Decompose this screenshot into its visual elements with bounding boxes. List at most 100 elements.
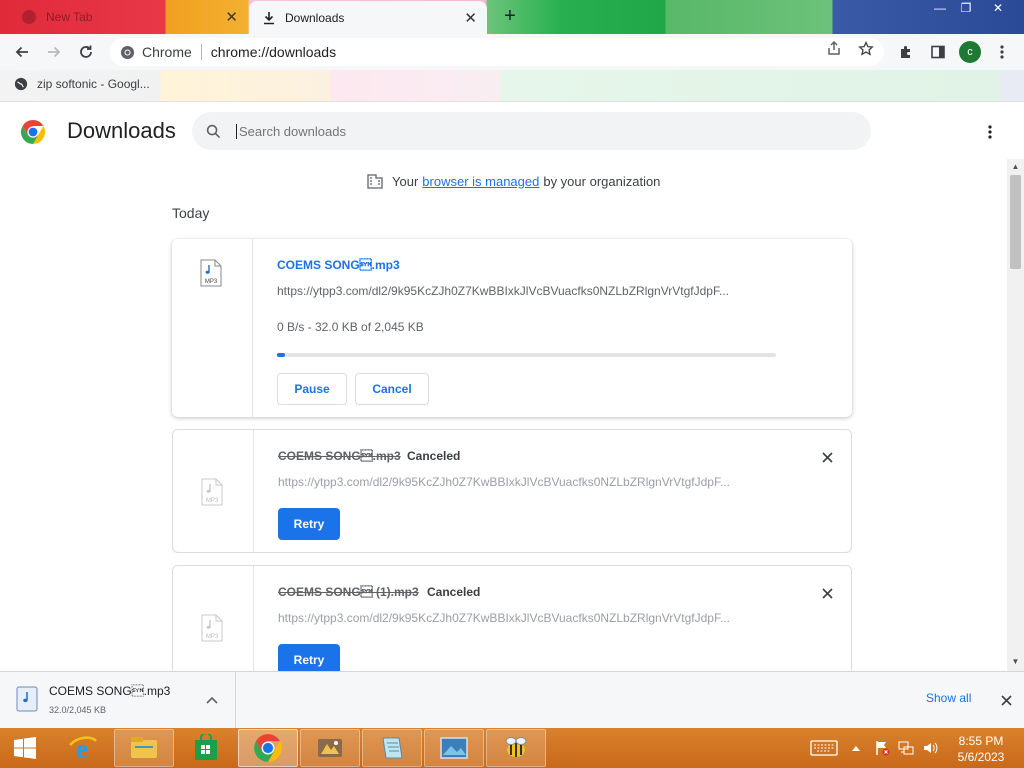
chrome-favicon-icon (22, 10, 36, 24)
browser-toolbar: Chrome chrome://downloads (0, 34, 1024, 70)
new-tab-button[interactable]: + (500, 6, 520, 27)
bookmarks-bar: zip softonic - Googl... (0, 70, 1024, 102)
download-shelf: COEMS SONG.mp3 32.0/2,045 KB Show all (0, 671, 1024, 728)
close-tab-icon[interactable]: ✕ (464, 9, 477, 27)
source-url[interactable]: https://ytpp3.com/dl2/9k95KcZJh0Z7KwBBIx… (277, 284, 777, 298)
side-panel-icon (931, 45, 945, 59)
extensions-button[interactable] (896, 42, 916, 62)
kebab-menu-icon (1000, 45, 1004, 59)
profile-avatar[interactable]: c (959, 41, 981, 63)
network-icon[interactable] (897, 740, 915, 756)
building-icon (367, 174, 383, 189)
remove-item-button[interactable] (819, 585, 835, 601)
store-button[interactable] (176, 729, 236, 767)
retry-button[interactable]: Retry (278, 644, 340, 671)
tab-label: New Tab (46, 10, 93, 24)
file-explorer-button[interactable] (114, 729, 174, 767)
file-name: COEMS SONG (1).mp3 (278, 585, 419, 599)
search-bar[interactable] (192, 112, 871, 150)
managed-suffix: by your organization (543, 173, 661, 189)
back-arrow-icon (15, 46, 28, 58)
download-status: Canceled (407, 449, 461, 463)
pause-button[interactable]: Pause (277, 373, 347, 405)
mp3-file-icon: MP3 (201, 614, 223, 642)
url-text[interactable]: chrome://downloads (211, 44, 336, 60)
clock-time: 8:55 PM (958, 734, 1004, 748)
scrollbar-thumb[interactable] (1010, 175, 1021, 269)
file-explorer-icon (131, 737, 157, 758)
side-panel-button[interactable] (928, 42, 948, 62)
volume-icon[interactable] (921, 740, 939, 756)
source-url[interactable]: https://ytpp3.com/dl2/9k95KcZJh0Z7KwBBIx… (278, 611, 778, 625)
cancel-button[interactable]: Cancel (355, 373, 429, 405)
tab-new-tab[interactable]: New Tab ✕ (0, 0, 248, 34)
start-button[interactable] (0, 729, 50, 767)
mp3-file-icon: MP3 (201, 478, 223, 506)
chrome-menu-button[interactable] (992, 42, 1012, 62)
photos-button[interactable] (424, 729, 484, 767)
managed-prefix: Your (392, 173, 419, 189)
show-all-link[interactable]: Show all (926, 691, 971, 705)
progress-fill (277, 353, 285, 357)
show-hidden-icons-icon[interactable] (849, 740, 863, 756)
svg-text:MP3: MP3 (206, 498, 219, 504)
reload-button[interactable] (75, 41, 97, 63)
svg-text:MP3: MP3 (206, 634, 219, 640)
bee-app-button[interactable] (486, 729, 546, 767)
bookmark-star-button[interactable] (856, 40, 876, 58)
shelf-size-text: 32.0/2,045 KB (49, 705, 107, 715)
shelf-download-item[interactable]: COEMS SONG.mp3 32.0/2,045 KB (0, 672, 236, 728)
notepad-icon (382, 737, 403, 759)
page-title: Downloads (67, 118, 176, 143)
shelf-item-menu-button[interactable] (204, 692, 220, 708)
forward-button[interactable] (43, 41, 65, 63)
date-section-label: Today (172, 205, 210, 221)
site-chip-label: Chrome (142, 44, 192, 60)
search-input[interactable] (236, 123, 836, 139)
close-window-button[interactable]: ✕ (984, 0, 1012, 18)
tab-label: Downloads (285, 10, 345, 25)
bee-app-icon (505, 737, 527, 757)
downloads-header: Downloads (0, 103, 1024, 159)
tab-downloads[interactable]: Downloads ✕ (249, 1, 487, 34)
app-button[interactable] (300, 729, 360, 767)
reload-icon (80, 45, 92, 58)
mp3-file-icon: MP3 (200, 259, 222, 287)
close-icon (1000, 694, 1012, 706)
shelf-file-name: COEMS SONG.mp3 (49, 684, 171, 698)
retry-button[interactable]: Retry (278, 508, 340, 540)
kebab-menu-icon (988, 125, 992, 139)
minimize-button[interactable]: — (926, 0, 954, 18)
site-info-chip[interactable]: Chrome (110, 44, 192, 60)
managed-notice: Your browser is managed by your organiza… (366, 172, 660, 190)
close-shelf-button[interactable] (998, 692, 1014, 708)
address-bar[interactable]: Chrome chrome://downloads (110, 38, 884, 66)
download-item: MP3 COEMS SONG (1).mp3 Canceled https:/… (172, 565, 852, 671)
back-button[interactable] (11, 41, 33, 63)
windows-taskbar: e 8:55 PM 5/6/2023 (0, 728, 1024, 768)
chevron-up-icon (206, 696, 218, 704)
chrome-button[interactable] (238, 729, 298, 767)
more-actions-button[interactable] (980, 121, 1000, 143)
download-status: Canceled (427, 585, 481, 599)
bookmark-item[interactable]: zip softonic - Googl... (14, 77, 150, 91)
download-item: MP3 COEMS SONG.mp3 Canceled https://ytp… (172, 429, 852, 553)
scroll-down-arrow-icon[interactable]: ▼ (1010, 658, 1021, 666)
system-clock[interactable]: 8:55 PM 5/6/2023 (946, 733, 1016, 765)
managed-link[interactable]: browser is managed (422, 174, 539, 189)
title-bar: New Tab ✕ Downloads ✕ + — ❐ ✕ (0, 0, 1024, 34)
file-name-link[interactable]: COEMS SONG.mp3 (277, 258, 400, 272)
share-icon (828, 41, 840, 55)
source-url[interactable]: https://ytpp3.com/dl2/9k95KcZJh0Z7KwBBIx… (278, 475, 778, 489)
scroll-up-arrow-icon[interactable]: ▲ (1010, 163, 1021, 171)
close-tab-icon[interactable]: ✕ (225, 8, 238, 26)
remove-item-button[interactable] (819, 449, 835, 465)
share-button[interactable] (824, 40, 844, 58)
svg-text:MP3: MP3 (205, 279, 218, 285)
action-center-flag-icon[interactable] (873, 740, 891, 756)
internet-explorer-icon: e (69, 734, 97, 763)
restore-button[interactable]: ❐ (952, 0, 980, 18)
internet-explorer-button[interactable]: e (52, 729, 112, 767)
keyboard-icon[interactable] (810, 740, 838, 756)
notepad-button[interactable] (362, 729, 422, 767)
